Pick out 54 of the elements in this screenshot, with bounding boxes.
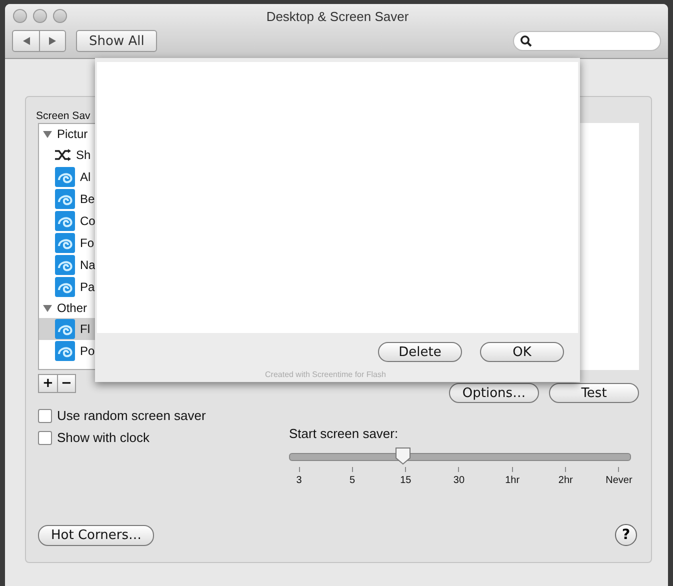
disclosure-triangle-icon[interactable] bbox=[43, 304, 52, 312]
preview-action-button[interactable]: Test bbox=[549, 383, 639, 403]
disclosure-triangle-icon[interactable] bbox=[43, 130, 52, 138]
shuffle-icon bbox=[55, 149, 71, 161]
screen-saver-item[interactable]: Be bbox=[80, 192, 95, 206]
credit-text: Created with Screentime for Flash bbox=[265, 370, 386, 379]
section-label: Screen Sav bbox=[36, 110, 92, 123]
checkbox[interactable] bbox=[38, 430, 52, 444]
screen-saver-item[interactable]: Co bbox=[80, 214, 96, 228]
help-button[interactable]: ? bbox=[615, 524, 637, 546]
search-icon bbox=[520, 35, 532, 47]
window-title: Desktop & Screen Saver bbox=[266, 8, 409, 24]
checkbox-label: Show with clock bbox=[57, 430, 150, 445]
tick-label: Never bbox=[606, 475, 632, 486]
screen-saver-item[interactable]: Na bbox=[80, 258, 96, 272]
preview-action-button[interactable]: Options… bbox=[449, 383, 539, 403]
tick-label: 30 bbox=[453, 475, 465, 486]
window-control-icon[interactable] bbox=[33, 9, 47, 23]
window-control-icon[interactable] bbox=[53, 9, 67, 23]
hot-corners-button[interactable]: Hot Corners… bbox=[38, 524, 154, 546]
swirl-icon bbox=[55, 189, 75, 209]
list-edit-button[interactable]: + bbox=[39, 375, 57, 392]
screen-saver-item[interactable]: Po bbox=[80, 344, 95, 358]
screen-saver-item[interactable]: Fl bbox=[80, 322, 90, 336]
list-edit-button[interactable]: − bbox=[57, 375, 75, 392]
swirl-icon bbox=[55, 341, 75, 361]
tick-label: 1hr bbox=[505, 475, 520, 486]
checkbox[interactable] bbox=[38, 408, 52, 422]
search-field[interactable] bbox=[513, 31, 661, 51]
left-triangle-icon bbox=[22, 37, 30, 45]
swirl-icon bbox=[55, 277, 75, 297]
tick-label: 3 bbox=[296, 475, 302, 486]
dialog-button[interactable]: Delete bbox=[378, 342, 462, 362]
tick-label: 5 bbox=[350, 475, 356, 486]
swirl-icon bbox=[55, 211, 75, 231]
slider-label: Start screen saver: bbox=[289, 426, 400, 441]
tick-label: 2hr bbox=[558, 475, 573, 486]
swirl-icon bbox=[55, 167, 75, 187]
checkbox-label: Use random screen saver bbox=[57, 408, 206, 423]
show-all-button[interactable]: Show All bbox=[76, 30, 158, 52]
group-label: Other bbox=[57, 301, 88, 315]
screen-saver-item[interactable]: Fo bbox=[80, 236, 94, 250]
window-control-icon[interactable] bbox=[13, 9, 27, 23]
tick-label: 15 bbox=[400, 475, 412, 486]
slider-thumb[interactable] bbox=[395, 447, 412, 465]
swirl-icon bbox=[55, 233, 75, 253]
group-label: Pictur bbox=[57, 127, 88, 141]
swirl-icon bbox=[55, 255, 75, 275]
dialog-button[interactable]: OK bbox=[480, 342, 564, 362]
right-triangle-icon bbox=[49, 37, 56, 45]
screen-saver-item[interactable]: Pa bbox=[80, 280, 95, 294]
screen-saver-item[interactable]: Sh bbox=[76, 148, 91, 162]
screen-saver-item[interactable]: Al bbox=[80, 170, 91, 184]
swirl-icon bbox=[55, 319, 75, 339]
